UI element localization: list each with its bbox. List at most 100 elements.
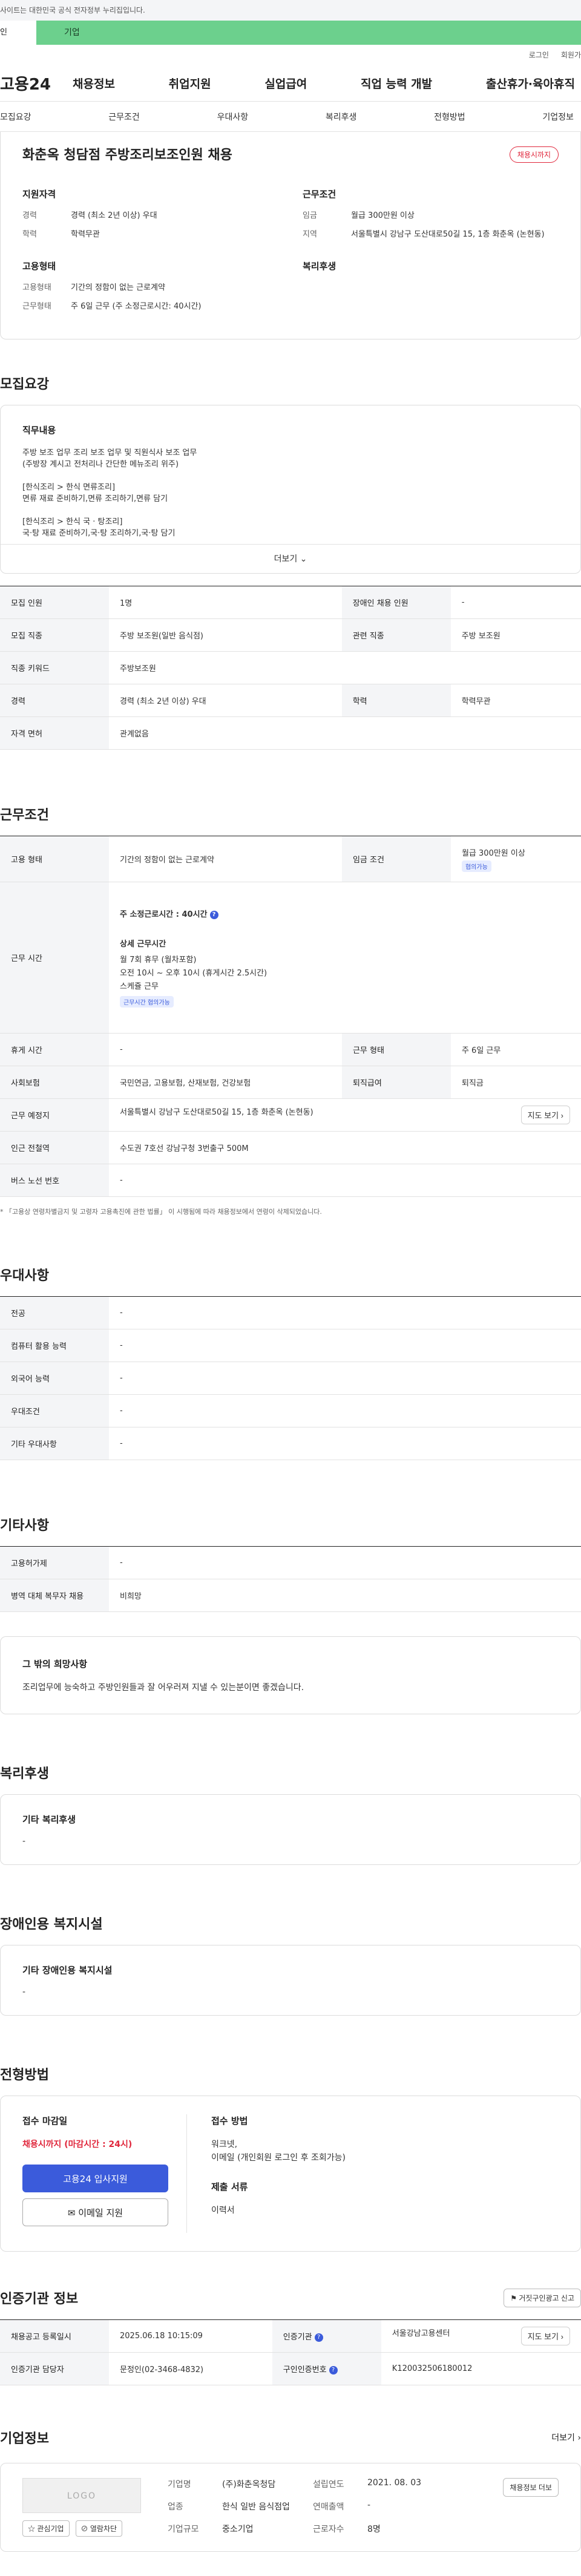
signup-link[interactable]: 회원가 bbox=[561, 45, 581, 65]
recruit-table: 모집 인원 1명 장애인 채용 인원 - 모집 직종 주방 보조원(일반 음식점) 관련 … bbox=[0, 586, 581, 750]
subnav-work[interactable]: 근무조건 bbox=[108, 111, 140, 123]
row-label: 근무 시간 bbox=[0, 882, 109, 1034]
qual-value: 경력 (최소 2년 이상) 우대 bbox=[71, 211, 157, 220]
section-title-work: 근무조건 bbox=[0, 808, 49, 823]
row-value: 1명 bbox=[109, 586, 342, 619]
etc-table: 고용허가제 - 병역 대체 복무자 채용 비희망 bbox=[0, 1546, 581, 1612]
qual-heading: 지원자격 bbox=[22, 189, 56, 200]
qual-label: 경력 bbox=[22, 211, 37, 220]
subnav-corp[interactable]: 기업정보 bbox=[542, 111, 574, 123]
deadline-text: 채용시까지 (마감시간 : 24시) bbox=[22, 2140, 133, 2149]
site-logo[interactable]: 고용24 bbox=[0, 72, 73, 94]
row-label: 직종 키워드 bbox=[0, 651, 109, 684]
emp-label: 근무형태 bbox=[22, 302, 51, 311]
cond-label: 임금 bbox=[303, 211, 317, 220]
row-label: 버스 노선 번호 bbox=[0, 1164, 109, 1197]
tab-corporate[interactable]: 기업 bbox=[36, 21, 581, 45]
row-label: 휴게 시간 bbox=[0, 1033, 109, 1066]
gov-notice: 사이트는 대한민국 공식 전자정부 누리집입니다. bbox=[0, 6, 145, 15]
cond-value: 서울특별시 강남구 도산대로50길 15, 1층 화춘옥 (논현동) bbox=[351, 230, 545, 239]
tab-individual[interactable]: 인 bbox=[0, 21, 36, 45]
favorite-company-button[interactable]: ☆ 관심기업 bbox=[22, 2520, 70, 2537]
duty-line: 주방 보조 업무 조리 보조 업무 및 직원식사 보조 업무 bbox=[22, 448, 197, 457]
subnav-recruit[interactable]: 모집요강 bbox=[0, 111, 31, 123]
member-type-tabs: 인 기업 bbox=[0, 21, 581, 45]
row-label: 관련 직종 bbox=[341, 618, 451, 652]
section-title-corp: 기업정보 bbox=[0, 2431, 49, 2447]
row-value: - bbox=[109, 1546, 581, 1579]
row-value: 퇴직금 bbox=[450, 1066, 581, 1099]
company-jobs-button[interactable]: 채용정보 더보 bbox=[503, 2478, 559, 2497]
duty-line: [한식조리 > 한식 국 · 탕조리] bbox=[22, 517, 123, 526]
map-button[interactable]: 지도 보기 › bbox=[520, 2327, 570, 2345]
gnb-item-unemployment-benefit[interactable]: 실업급여 bbox=[264, 75, 307, 91]
row-value: 경력 (최소 2년 이상) 우대 bbox=[109, 684, 342, 717]
table-row: 자격 면허 관계없음 bbox=[0, 716, 581, 750]
row-value: 주 6일 근무 bbox=[450, 1033, 581, 1066]
hours-detail-title: 상세 근무시간 bbox=[120, 940, 166, 949]
subnav-selection[interactable]: 전형방법 bbox=[434, 111, 465, 123]
table-row: 고용허가제 - bbox=[0, 1546, 581, 1579]
gnb-item-jobs[interactable]: 채용정보 bbox=[73, 75, 115, 91]
subnav-pref[interactable]: 우대사항 bbox=[217, 111, 249, 123]
row-value: - bbox=[109, 1329, 581, 1362]
corp-more-link[interactable]: 더보기 › bbox=[551, 2431, 581, 2443]
selection-card: 접수 마감일 채용시까지 (마감시간 : 24시) 고용24 입사지원 ✉ 이메… bbox=[0, 2096, 581, 2252]
login-link[interactable]: 로그인 bbox=[529, 45, 549, 65]
row-label: 자격 면허 bbox=[0, 716, 109, 750]
table-row: 인증기관 담당자 문정인(02-3468-4832) 구인인증번호? K1200… bbox=[0, 2352, 581, 2385]
row-label: 학력 bbox=[341, 684, 451, 717]
row-value: 기간의 정함이 없는 근로계약 bbox=[109, 836, 342, 882]
info-icon[interactable]: ? bbox=[209, 910, 218, 919]
disability-card: 기타 장애인용 복지시설 - bbox=[0, 1945, 581, 2016]
row-label: 채용공고 등록일시 bbox=[0, 2319, 109, 2353]
email-apply-button[interactable]: ✉ 이메일 지원 bbox=[22, 2198, 168, 2226]
apply-button[interactable]: 고용24 입사지원 bbox=[22, 2165, 168, 2192]
wage-negotiable-tag: 협의가능 bbox=[461, 860, 491, 872]
info-icon[interactable]: ? bbox=[314, 2333, 323, 2342]
row-label: 근무 예정지 bbox=[0, 1098, 109, 1132]
chevron-right-icon: › bbox=[577, 2433, 581, 2443]
cond-heading: 근무조건 bbox=[303, 189, 336, 200]
chevron-right-icon: › bbox=[560, 1111, 563, 1120]
table-row: 휴게 시간 - 근무 형태 주 6일 근무 bbox=[0, 1033, 581, 1066]
row-value: 서울강남고용센터 지도 보기 › bbox=[381, 2319, 581, 2353]
corp-field-value: - bbox=[367, 2500, 371, 2510]
gnb-item-employment-support[interactable]: 취업지원 bbox=[169, 75, 211, 91]
row-label: 사회보험 bbox=[0, 1066, 109, 1099]
table-row: 기타 우대사항 - bbox=[0, 1427, 581, 1460]
row-value: 월급 300만원 이상 협의가능 bbox=[450, 836, 581, 882]
section-title-selection: 전형방법 bbox=[0, 2068, 49, 2083]
block-view-button[interactable]: ⊘ 열람차단 bbox=[75, 2520, 123, 2537]
report-false-ad-button[interactable]: ⚑ 거짓구인광고 신고 bbox=[504, 2288, 581, 2307]
star-icon: ☆ bbox=[28, 2525, 36, 2533]
corp-field-label: 설립연도 bbox=[313, 2480, 344, 2489]
gnb-item-skills[interactable]: 직업 능력 개발 bbox=[361, 75, 432, 91]
corp-field-value: 중소기업 bbox=[222, 2525, 254, 2534]
corp-header: 기업정보 더보기 › bbox=[0, 2428, 581, 2447]
row-value: - bbox=[109, 1033, 342, 1066]
row-label: 근무 형태 bbox=[341, 1033, 451, 1066]
cert-number-label: 구인인증번호 bbox=[283, 2365, 327, 2374]
row-label: 고용 형태 bbox=[0, 836, 109, 882]
info-icon[interactable]: ? bbox=[329, 2365, 338, 2374]
row-value: 국민연금, 고용보험, 산재보험, 건강보험 bbox=[109, 1066, 342, 1099]
map-button[interactable]: 지도 보기 › bbox=[520, 1106, 570, 1124]
row-label: 고용허가제 bbox=[0, 1546, 109, 1579]
row-value: 학력무관 bbox=[450, 684, 581, 717]
report-icon: ⚑ bbox=[510, 2293, 517, 2302]
gnb-item-leave[interactable]: 출산휴가·육아휴직 bbox=[486, 75, 575, 91]
section-title-disability: 장애인용 복지시설 bbox=[0, 1917, 103, 1932]
company-logo-placeholder: LOGO bbox=[22, 2478, 141, 2513]
row-value: 주 소정근로시간 : 40시간? 상세 근무시간 월 7회 휴무 (월차포함) … bbox=[109, 882, 581, 1034]
cond-value: 월급 300만원 이상 bbox=[351, 211, 415, 220]
row-label: 인근 전철역 bbox=[0, 1131, 109, 1164]
more-button[interactable]: 더보기 ⌄ bbox=[1, 544, 580, 573]
duty-card: 직무내용 주방 보조 업무 조리 보조 업무 및 직원식사 보조 업무 (주방장… bbox=[0, 405, 581, 574]
table-row: 직종 키워드 주방보조원 bbox=[0, 651, 581, 684]
row-label: 임금 조건 bbox=[341, 836, 451, 882]
subnav-welfare[interactable]: 복리후생 bbox=[326, 111, 357, 123]
emp-label: 고용형태 bbox=[22, 283, 51, 292]
table-row: 병역 대체 복무자 채용 비희망 bbox=[0, 1579, 581, 1612]
emp-value: 주 6일 근무 (주 소정근로시간: 40시간) bbox=[71, 302, 202, 311]
